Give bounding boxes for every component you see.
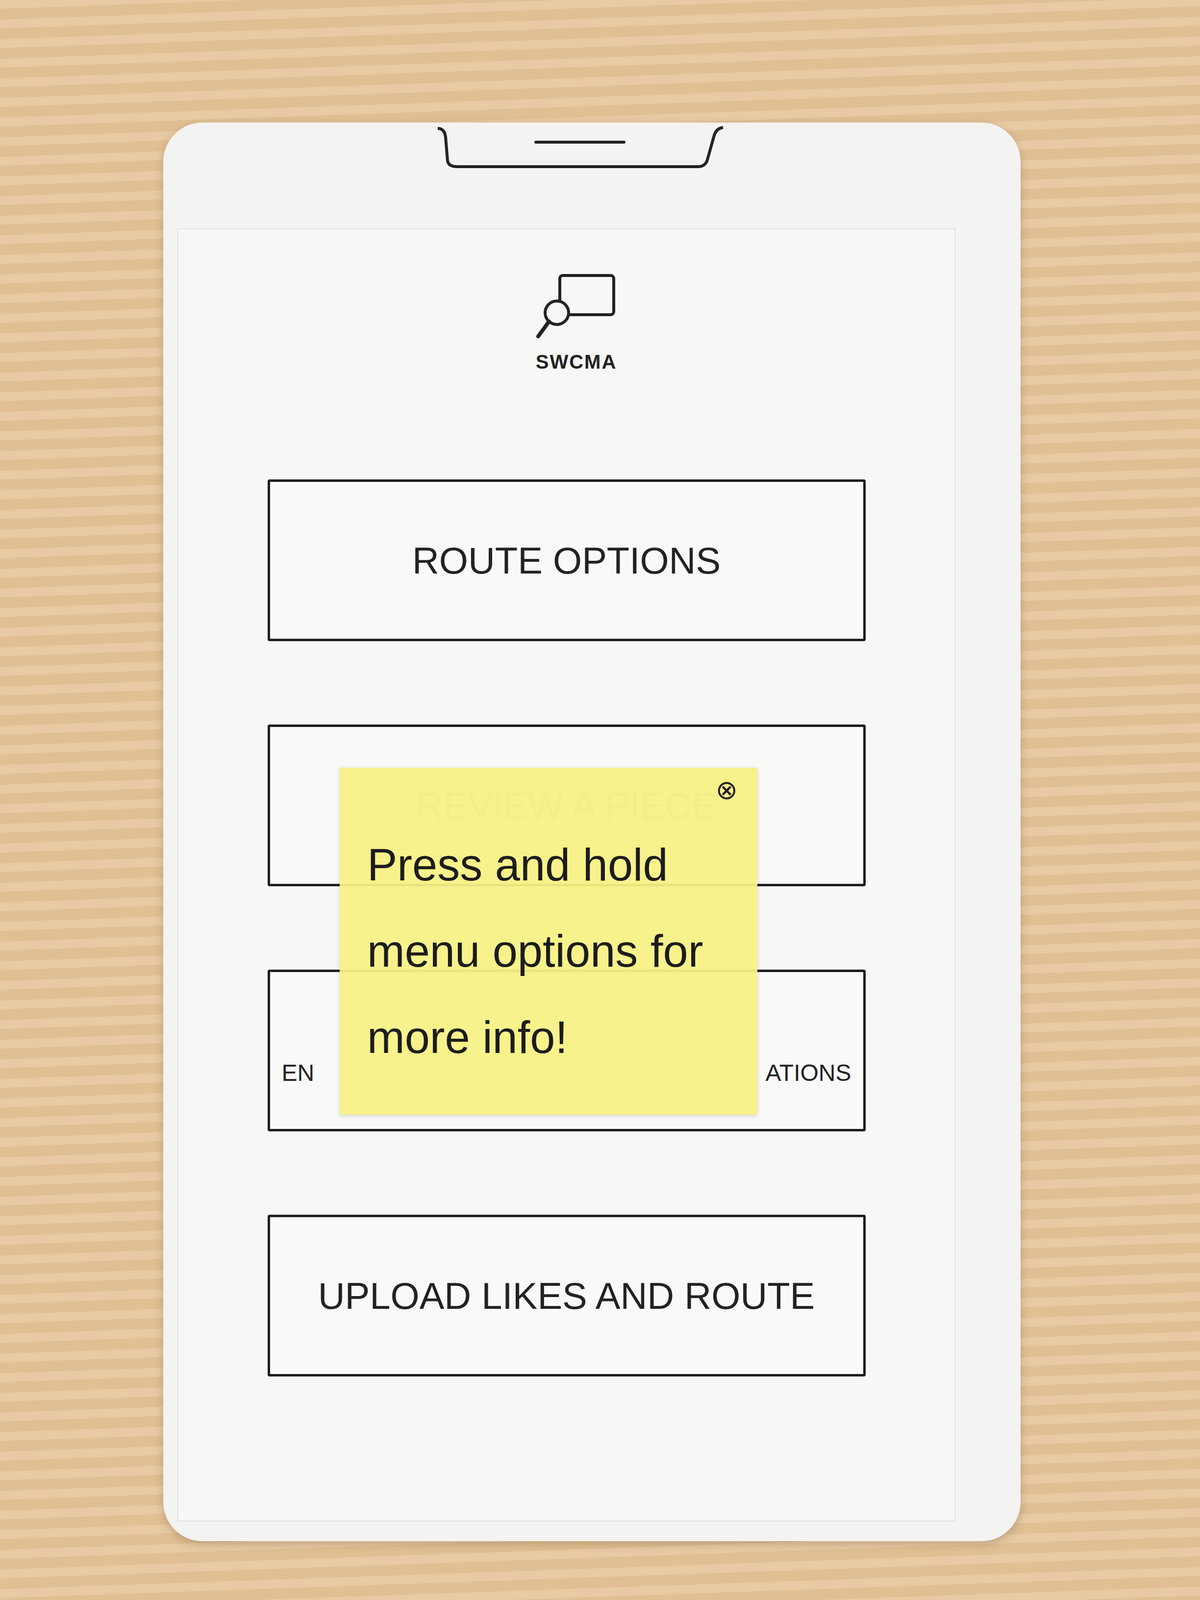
phone-frame: SWCMAROUTE OPTIONSREVIEW A PIECEENATIONS… (163, 122, 1021, 1542)
close-button[interactable]: ⊗ (715, 774, 738, 806)
hint-text: Press and hold menu options for more inf… (367, 821, 730, 1081)
menu-button[interactable]: ROUTE OPTIONS (267, 479, 866, 642)
desk: SWCMAROUTE OPTIONSREVIEW A PIECEENATIONS… (0, 0, 1200, 1600)
menu-label: ROUTE OPTIONS (412, 539, 721, 582)
logo-text: SWCMA (535, 350, 618, 374)
notch-icon (432, 122, 727, 172)
logo: SWCMA (527, 268, 626, 480)
screen: SWCMAROUTE OPTIONSREVIEW A PIECEENATIONS… (178, 229, 955, 1521)
menu-label: EN (281, 1059, 315, 1087)
notch-row (163, 122, 1021, 230)
hint-note: ⊗ Press and hold menu options for more in… (339, 767, 758, 1115)
logo-icon (527, 268, 626, 348)
menu-button[interactable]: UPLOAD LIKES AND ROUTE (267, 1214, 866, 1377)
menu-label: ATIONS (765, 1059, 851, 1087)
menu-label: UPLOAD LIKES AND ROUTE (318, 1274, 816, 1318)
